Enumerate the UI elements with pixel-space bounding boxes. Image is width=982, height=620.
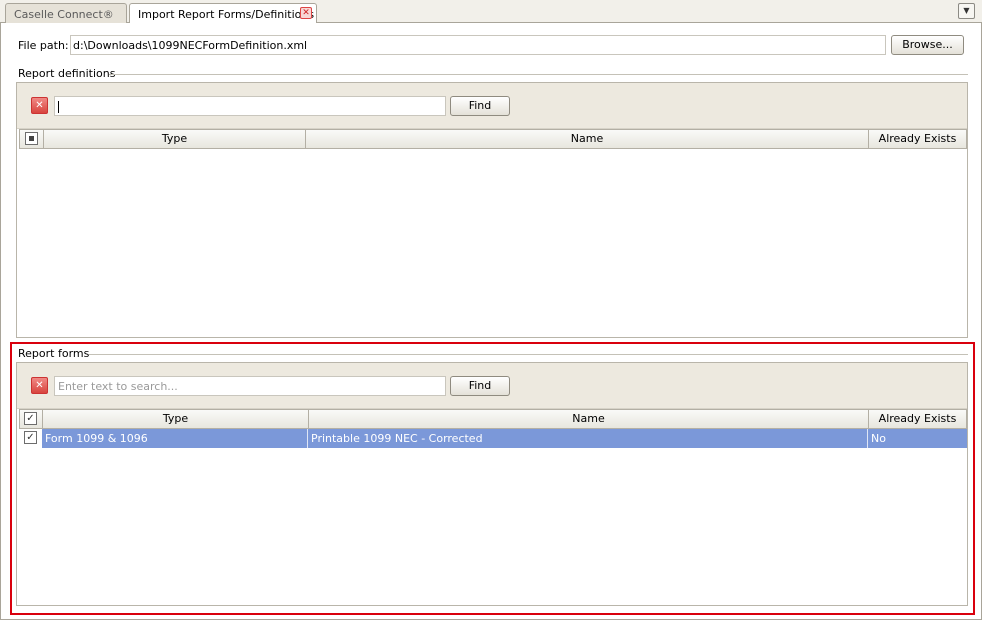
select-all-header bbox=[20, 130, 44, 148]
search-toolbar: ✕ Find bbox=[17, 83, 967, 129]
column-already-exists[interactable]: Already Exists bbox=[869, 410, 966, 428]
tab-label: Caselle Connect® bbox=[14, 8, 114, 21]
close-icon[interactable]: ✕ bbox=[300, 7, 312, 19]
column-type[interactable]: Type bbox=[44, 130, 306, 148]
report-forms-panel: ✕ Enter text to search... Find ✓ Type Na… bbox=[16, 362, 968, 606]
find-button[interactable]: Find bbox=[450, 376, 510, 396]
tab-label: Import Report Forms/Definitions bbox=[138, 8, 315, 21]
table-header: Type Name Already Exists bbox=[19, 129, 967, 149]
column-type[interactable]: Type bbox=[43, 410, 309, 428]
report-definitions-title: Report definitions bbox=[18, 67, 116, 80]
column-name[interactable]: Name bbox=[309, 410, 869, 428]
browse-button[interactable]: Browse... bbox=[891, 35, 964, 55]
report-definitions-panel: ✕ Find Type Name Already Exists bbox=[16, 82, 968, 338]
search-toolbar: ✕ Enter text to search... Find bbox=[17, 363, 967, 409]
tab-list-dropdown-icon[interactable]: ▼ bbox=[958, 3, 975, 19]
tab-caselle-connect[interactable]: Caselle Connect® bbox=[5, 3, 127, 23]
row-checkbox[interactable]: ✓ bbox=[24, 431, 37, 444]
column-already-exists[interactable]: Already Exists bbox=[869, 130, 966, 148]
column-name[interactable]: Name bbox=[306, 130, 869, 148]
row-name: Printable 1099 NEC - Corrected bbox=[308, 429, 868, 448]
search-input[interactable] bbox=[54, 96, 446, 116]
tab-bar: Caselle Connect® Import Report Forms/Def… bbox=[0, 0, 982, 24]
import-panel: File path: d:\Downloads\1099NECFormDefin… bbox=[0, 23, 982, 620]
row-already-exists: No bbox=[868, 429, 967, 448]
clear-search-icon[interactable]: ✕ bbox=[31, 97, 48, 114]
group-divider bbox=[109, 74, 968, 75]
select-all-checkbox[interactable]: ✓ bbox=[24, 412, 37, 425]
table-row[interactable]: ✓ Form 1099 & 1096 Printable 1099 NEC - … bbox=[19, 429, 967, 448]
tab-import-report-forms[interactable]: Import Report Forms/Definitions ✕ bbox=[129, 3, 317, 24]
find-button[interactable]: Find bbox=[450, 96, 510, 116]
file-path-input[interactable]: d:\Downloads\1099NECFormDefinition.xml bbox=[70, 35, 886, 55]
clear-search-icon[interactable]: ✕ bbox=[31, 377, 48, 394]
file-path-label: File path: bbox=[18, 39, 69, 52]
text-caret bbox=[58, 101, 59, 113]
table-header: ✓ Type Name Already Exists bbox=[19, 409, 967, 429]
row-type: Form 1099 & 1096 bbox=[42, 429, 308, 448]
select-all-checkbox[interactable] bbox=[25, 132, 38, 145]
report-forms-title: Report forms bbox=[18, 347, 90, 360]
select-all-header: ✓ bbox=[20, 410, 43, 428]
search-input[interactable]: Enter text to search... bbox=[54, 376, 446, 396]
group-divider bbox=[89, 354, 968, 355]
